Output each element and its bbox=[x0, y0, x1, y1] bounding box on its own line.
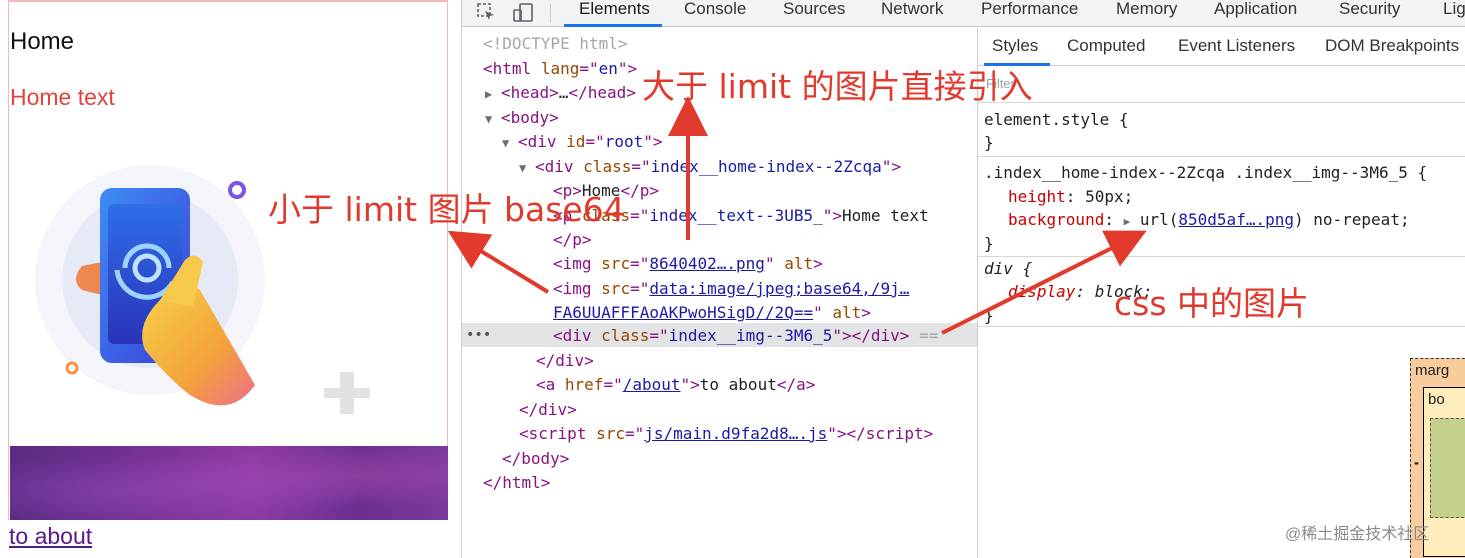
dom-node-home-div[interactable]: ▼ <div class="index__home-index--2Zcqa"> bbox=[519, 155, 901, 179]
inspect-element-icon[interactable] bbox=[476, 2, 496, 22]
dom-node-home-div-close[interactable]: </div> bbox=[536, 349, 594, 373]
tab-elements[interactable]: Elements bbox=[579, 0, 650, 19]
div-rule-close: } bbox=[984, 306, 994, 325]
tab-performance[interactable]: Performance bbox=[981, 0, 1078, 19]
script-src-link[interactable]: js/main.d9fa2d8….js bbox=[644, 424, 827, 443]
img-rule-close: } bbox=[984, 234, 994, 253]
styles-subtabs: Styles Computed Event Listeners DOM Brea… bbox=[978, 28, 1465, 66]
filter-divider bbox=[978, 102, 1465, 103]
subtab-styles[interactable]: Styles bbox=[992, 36, 1038, 56]
screenshot-root: Home Home text to about Elements Console… bbox=[0, 0, 1465, 558]
rule-divider-3 bbox=[978, 326, 1465, 327]
dom-node-body[interactable]: ▼ <body> bbox=[485, 106, 559, 130]
dom-node-img-base64[interactable]: <img src="data:image/jpeg;base64,/9j… bbox=[553, 277, 909, 301]
home-text: Home text bbox=[10, 84, 115, 110]
tab-security[interactable]: Security bbox=[1339, 0, 1400, 19]
annotation-direct-import: 大于 limit 的图片直接引入 bbox=[642, 67, 1033, 106]
subtab-dom-breakpoints[interactable]: DOM Breakpoints bbox=[1325, 36, 1459, 56]
box-model-border-label: bo bbox=[1428, 391, 1445, 408]
dom-node-p-close[interactable]: </p> bbox=[553, 228, 592, 252]
dom-node-root-close[interactable]: </div> bbox=[519, 398, 577, 422]
dom-node-body-close[interactable]: </body> bbox=[502, 447, 569, 471]
node-menu-icon[interactable]: ••• bbox=[466, 323, 491, 347]
img-rule-selector[interactable]: .index__home-index--2Zcqa .index__img--3… bbox=[984, 161, 1427, 185]
background-declaration[interactable]: background: ▶ url(850d5af….png) no-repea… bbox=[1008, 208, 1410, 232]
dom-node-html[interactable]: <html lang="en"> bbox=[483, 57, 637, 81]
box-model-margin-label: marg bbox=[1415, 362, 1450, 379]
box-model-padding bbox=[1430, 418, 1465, 518]
tab-memory[interactable]: Memory bbox=[1116, 0, 1177, 19]
background-url-link[interactable]: 850d5af….png bbox=[1178, 210, 1294, 229]
devtools-toolbar: Elements Console Sources Network Perform… bbox=[462, 0, 1465, 27]
subtab-computed[interactable]: Computed bbox=[1067, 36, 1145, 56]
rule-divider bbox=[978, 156, 1465, 157]
dom-node-img-base64-cont[interactable]: FA6UUAFFFAoAKPwoHSigD//2Q==" alt> bbox=[553, 301, 871, 325]
banner-image bbox=[10, 446, 448, 520]
watermark: @稀土掘金技术社区 bbox=[1285, 526, 1430, 543]
tab-application[interactable]: Application bbox=[1214, 0, 1297, 19]
dom-node-img-div[interactable]: <div class="index__img--3M6_5"></div> == bbox=[553, 324, 938, 348]
dom-node-head[interactable]: ▶ <head>…</head> bbox=[485, 81, 636, 105]
element-style-close: } bbox=[984, 133, 994, 152]
a-href-link[interactable]: /about bbox=[623, 375, 681, 394]
tab-lighthouse[interactable]: Lig bbox=[1443, 0, 1465, 19]
annotation-css-image: css 中的图片 bbox=[1114, 284, 1310, 323]
height-declaration[interactable]: height: 50px; bbox=[1008, 185, 1133, 209]
dom-node-script[interactable]: <script src="js/main.d9fa2d8….js"></scri… bbox=[519, 422, 933, 446]
box-model-border-left: - bbox=[1414, 454, 1419, 471]
annotation-base64: 小于 limit 图片 base64 bbox=[268, 190, 625, 229]
subtab-event-listeners[interactable]: Event Listeners bbox=[1178, 36, 1295, 56]
rendered-page: Home Home text to about bbox=[0, 0, 461, 558]
to-about-link[interactable]: to about bbox=[9, 523, 92, 550]
div-rule-selector[interactable]: div { bbox=[984, 257, 1032, 281]
dom-node-img-file[interactable]: <img src="8640402….png" alt> bbox=[553, 252, 823, 276]
device-toolbar-icon[interactable] bbox=[512, 2, 533, 22]
dom-node-html-close[interactable]: </html> bbox=[483, 471, 550, 495]
dom-node-a[interactable]: <a href="/about">to about</a> bbox=[536, 373, 815, 397]
element-style-rule[interactable]: element.style { bbox=[984, 108, 1129, 132]
img-base64-link-cont[interactable]: FA6UUAFFFAoAKPwoHSigD//2Q== bbox=[553, 303, 813, 322]
tab-sources[interactable]: Sources bbox=[783, 0, 845, 19]
dom-node-root-div[interactable]: ▼ <div id="root"> bbox=[502, 130, 663, 154]
toolbar-divider bbox=[550, 4, 551, 23]
tab-network[interactable]: Network bbox=[881, 0, 943, 19]
dom-node-doctype[interactable]: <!DOCTYPE html> bbox=[483, 32, 628, 56]
img-src-link[interactable]: 8640402….png bbox=[649, 254, 765, 273]
active-tab-indicator bbox=[564, 24, 662, 27]
tab-console[interactable]: Console bbox=[684, 0, 746, 19]
box-model-border: bo - bbox=[1414, 387, 1465, 557]
rule-divider-2 bbox=[978, 256, 1465, 257]
img-base64-link[interactable]: data:image/jpeg;base64,/9j… bbox=[649, 279, 909, 298]
home-title: Home bbox=[10, 28, 75, 55]
